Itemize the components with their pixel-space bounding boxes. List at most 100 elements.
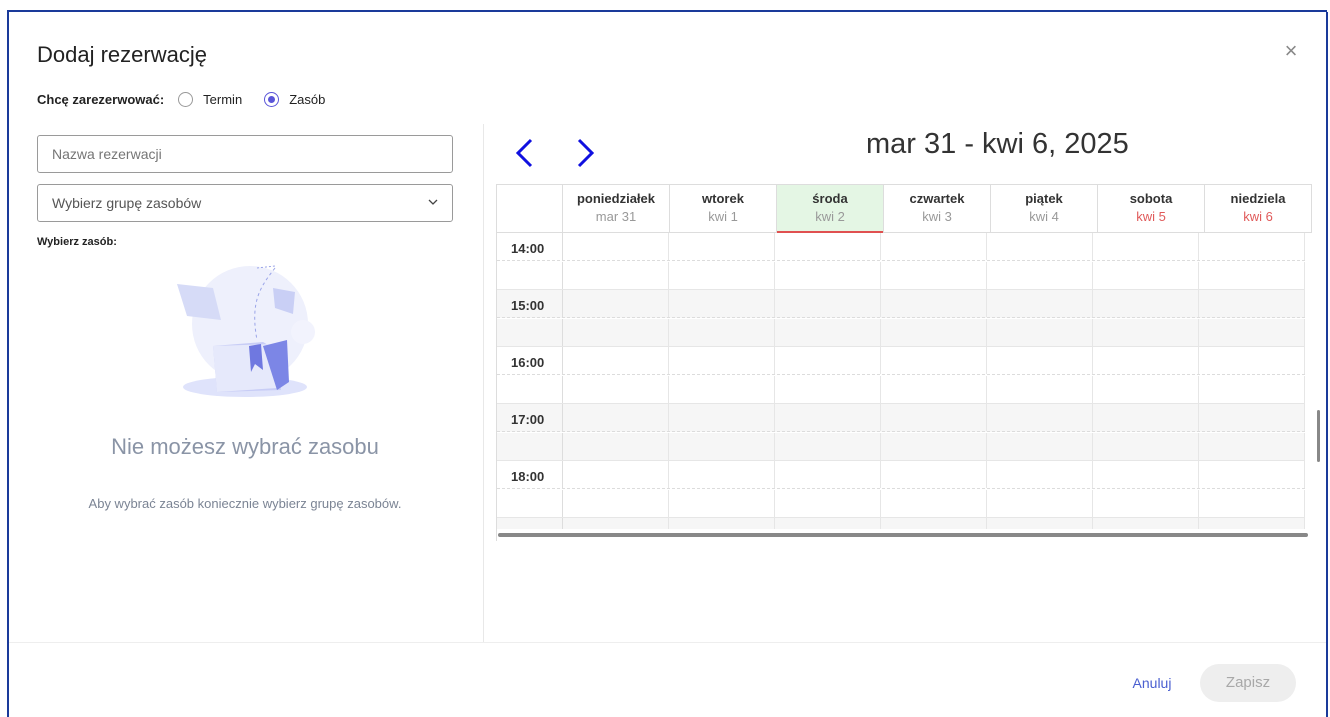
chevron-left-icon[interactable] [512, 137, 538, 169]
time-slot-cell[interactable] [987, 261, 1093, 289]
time-slot-cell[interactable] [881, 375, 987, 403]
reservation-name-input[interactable] [37, 135, 453, 173]
time-slot-cell[interactable] [1199, 233, 1305, 260]
time-slot-cell[interactable] [1199, 261, 1305, 289]
time-slot-cell[interactable] [775, 290, 881, 317]
time-slot-cell[interactable] [1199, 432, 1305, 460]
time-slot-row[interactable] [497, 432, 1305, 461]
vertical-scrollbar[interactable] [1316, 236, 1321, 522]
time-slot-cell[interactable] [563, 461, 669, 488]
time-slot-row[interactable] [497, 318, 1305, 347]
time-slot-row[interactable] [497, 261, 1305, 290]
time-slot-cell[interactable] [881, 404, 987, 431]
time-slot-cell[interactable] [563, 261, 669, 289]
time-slot-cell[interactable] [987, 518, 1093, 529]
time-slot-cell[interactable] [987, 233, 1093, 260]
time-slot-cell[interactable] [563, 318, 669, 346]
time-slot-cell[interactable] [987, 432, 1093, 460]
time-slot-cell[interactable] [775, 318, 881, 346]
day-header[interactable]: wtorek kwi 1 [670, 185, 777, 232]
time-slot-cell[interactable] [1199, 461, 1305, 488]
time-slot-row[interactable]: 15:00 [497, 290, 1305, 318]
time-slot-cell[interactable] [987, 489, 1093, 517]
time-slot-cell[interactable] [1199, 518, 1305, 529]
time-slot-cell[interactable] [987, 318, 1093, 346]
day-header[interactable]: poniedziałek mar 31 [563, 185, 670, 232]
time-slot-cell[interactable] [669, 461, 775, 488]
time-slot-cell[interactable] [563, 233, 669, 260]
scrollbar-thumb[interactable] [1317, 410, 1320, 462]
time-slot-cell[interactable] [881, 347, 987, 374]
cancel-button[interactable]: Anuluj [1120, 664, 1184, 702]
time-slot-cell[interactable] [669, 290, 775, 317]
day-header-weekend[interactable]: niedziela kwi 6 [1205, 185, 1312, 232]
time-slot-cell[interactable] [775, 233, 881, 260]
time-slot-cell[interactable] [881, 518, 987, 529]
time-slot-cell[interactable] [881, 489, 987, 517]
time-slot-cell[interactable] [775, 404, 881, 431]
time-slot-cell[interactable] [987, 404, 1093, 431]
time-slot-cell[interactable] [881, 261, 987, 289]
time-slot-cell[interactable] [1199, 489, 1305, 517]
time-slot-cell[interactable] [669, 233, 775, 260]
day-header-weekend[interactable]: sobota kwi 5 [1098, 185, 1205, 232]
time-slot-cell[interactable] [987, 347, 1093, 374]
day-header[interactable]: piątek kwi 4 [991, 185, 1098, 232]
time-slot-cell[interactable] [1093, 347, 1199, 374]
time-slot-cell[interactable] [1093, 432, 1199, 460]
time-slot-cell[interactable] [881, 290, 987, 317]
time-slot-cell[interactable] [1093, 233, 1199, 260]
time-slot-cell[interactable] [1199, 375, 1305, 403]
time-slot-cell[interactable] [563, 290, 669, 317]
day-header[interactable]: czwartek kwi 3 [884, 185, 991, 232]
horizontal-scrollbar[interactable] [498, 533, 1308, 537]
time-slot-cell[interactable] [1093, 461, 1199, 488]
time-slot-cell[interactable] [563, 432, 669, 460]
time-slot-cell[interactable] [563, 347, 669, 374]
time-slot-row[interactable]: 17:00 [497, 404, 1305, 432]
time-slot-cell[interactable] [669, 318, 775, 346]
time-slot-cell[interactable] [669, 489, 775, 517]
time-slot-row[interactable]: 14:00 [497, 233, 1305, 261]
chevron-right-icon[interactable] [572, 137, 598, 169]
time-slot-cell[interactable] [775, 261, 881, 289]
time-slot-cell[interactable] [1199, 290, 1305, 317]
time-slot-cell[interactable] [775, 489, 881, 517]
time-slot-cell[interactable] [775, 518, 881, 529]
time-slot-cell[interactable] [881, 233, 987, 260]
time-slot-cell[interactable] [563, 489, 669, 517]
time-slot-cell[interactable] [1093, 489, 1199, 517]
time-slot-cell[interactable] [669, 347, 775, 374]
day-header-today[interactable]: środa kwi 2 [777, 185, 884, 233]
time-slot-cell[interactable] [775, 432, 881, 460]
time-slot-cell[interactable] [1093, 518, 1199, 529]
time-slot-cell[interactable] [987, 375, 1093, 403]
time-slot-cell[interactable] [1199, 404, 1305, 431]
time-slot-cell[interactable] [669, 404, 775, 431]
radio-zasob[interactable]: Zasób [264, 92, 325, 107]
time-slot-cell[interactable] [1093, 404, 1199, 431]
time-slot-cell[interactable] [669, 375, 775, 403]
time-slot-row[interactable] [497, 489, 1305, 518]
resource-group-select[interactable]: Wybierz grupę zasobów [37, 184, 453, 222]
save-button[interactable]: Zapisz [1200, 664, 1296, 702]
time-slot-cell[interactable] [669, 518, 775, 529]
time-slot-cell[interactable] [775, 461, 881, 488]
time-slot-cell[interactable] [881, 318, 987, 346]
time-slot-cell[interactable] [669, 432, 775, 460]
time-slot-cell[interactable] [563, 375, 669, 403]
time-slot-cell[interactable] [1093, 261, 1199, 289]
time-slot-cell[interactable] [1093, 375, 1199, 403]
time-slot-row[interactable]: 19:00 [497, 518, 1305, 529]
time-slot-row[interactable]: 16:00 [497, 347, 1305, 375]
time-slot-cell[interactable] [1199, 347, 1305, 374]
time-slot-cell[interactable] [775, 347, 881, 374]
calendar-grid[interactable]: 14:00 15:00 16:00 17:00 18:00 19:00 [497, 233, 1305, 529]
time-slot-cell[interactable] [775, 375, 881, 403]
time-slot-cell[interactable] [881, 461, 987, 488]
time-slot-row[interactable]: 18:00 [497, 461, 1305, 489]
time-slot-cell[interactable] [1093, 318, 1199, 346]
time-slot-cell[interactable] [563, 404, 669, 431]
time-slot-cell[interactable] [669, 261, 775, 289]
time-slot-row[interactable] [497, 375, 1305, 404]
